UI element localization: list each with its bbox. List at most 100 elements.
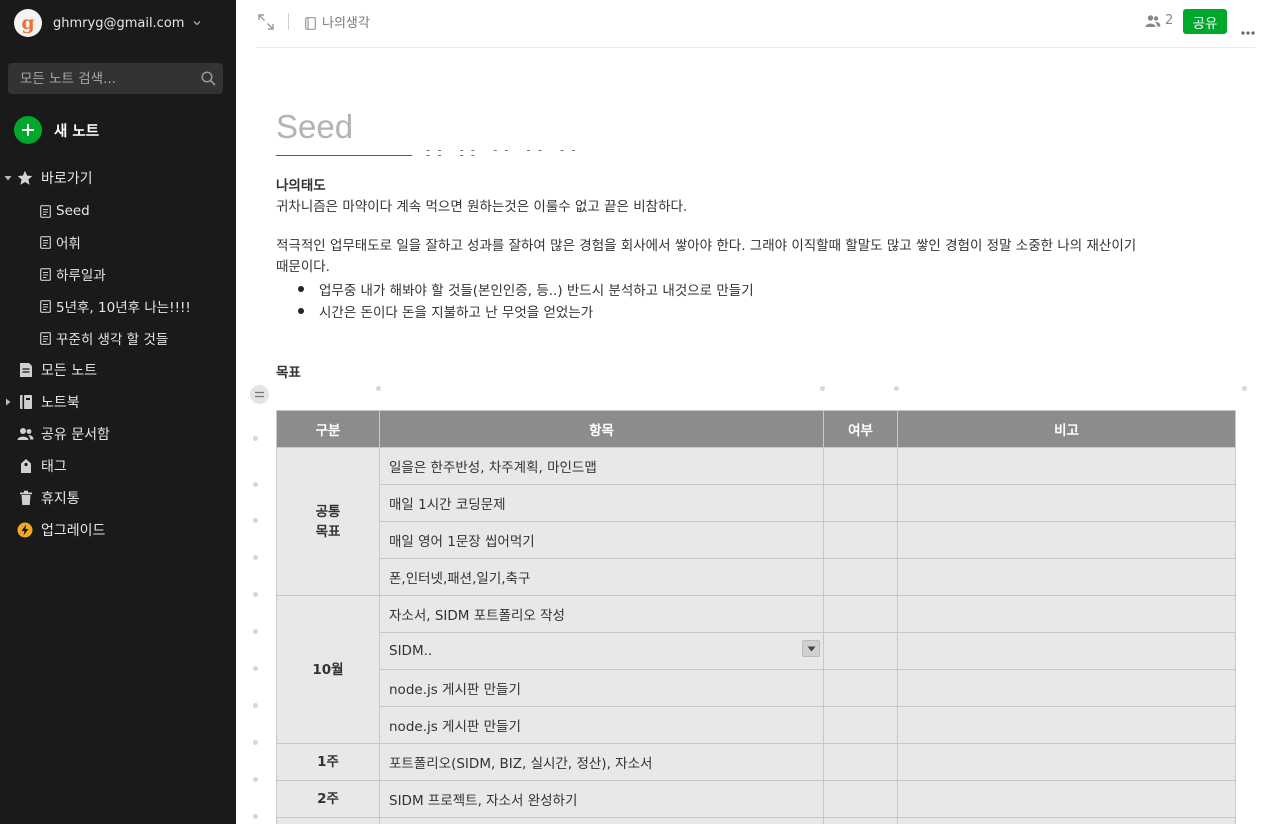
bullet-text[interactable]: 시간은 돈이다 돈을 지불하고 난 무엇을 얻었는가 bbox=[319, 301, 593, 321]
sidebar-item-trash[interactable]: 휴지통 bbox=[0, 486, 236, 510]
column-handle[interactable] bbox=[894, 386, 899, 391]
item-cell[interactable]: node.js 게시판 만들기 bbox=[379, 669, 824, 707]
column-header[interactable]: 비고 bbox=[897, 410, 1236, 448]
note-cell[interactable] bbox=[897, 447, 1236, 485]
sidebar-item-shortcuts[interactable]: 바로가기 bbox=[0, 166, 236, 190]
shortcut-label[interactable]: 하루일과 bbox=[56, 264, 106, 284]
note-cell[interactable] bbox=[897, 743, 1236, 781]
sidebar-item-all-notes[interactable]: 모든 노트 bbox=[0, 358, 236, 382]
account-email[interactable]: ghmryg@gmail.com bbox=[53, 16, 184, 31]
search-input[interactable] bbox=[20, 70, 190, 87]
chevron-down-icon[interactable] bbox=[192, 18, 202, 28]
shortcut-label[interactable]: 꾸준히 생각 할 것들 bbox=[56, 328, 168, 348]
caret-down-icon[interactable] bbox=[3, 173, 13, 183]
column-header[interactable]: 구분 bbox=[276, 410, 380, 448]
sidebar-item-shared[interactable]: 공유 문서함 bbox=[0, 422, 236, 446]
shortcut-item[interactable]: 어휘 bbox=[0, 230, 236, 254]
status-cell[interactable] bbox=[823, 743, 898, 781]
column-header[interactable]: 여부 bbox=[823, 410, 898, 448]
category-cell[interactable]: 공통 목표 bbox=[276, 447, 380, 596]
note-cell[interactable] bbox=[897, 558, 1236, 596]
note-cell[interactable] bbox=[897, 780, 1236, 818]
shortcut-label[interactable]: Seed bbox=[56, 203, 90, 219]
status-cell[interactable] bbox=[823, 669, 898, 707]
shared-with-count[interactable]: 2 bbox=[1145, 13, 1173, 28]
item-text[interactable]: SIDM.. bbox=[389, 643, 432, 659]
shortcut-label[interactable]: 어휘 bbox=[56, 232, 81, 252]
status-cell[interactable] bbox=[823, 521, 898, 559]
row-handle[interactable] bbox=[253, 740, 258, 745]
caret-right-icon[interactable] bbox=[3, 397, 13, 407]
item-cell[interactable]: 매일 1시간 코딩문제 bbox=[379, 484, 824, 522]
item-cell[interactable]: 일을은 한주반성, 차주계획, 마인드맵 bbox=[379, 447, 824, 485]
shortcut-item[interactable]: 꾸준히 생각 할 것들 bbox=[0, 326, 236, 350]
status-cell[interactable] bbox=[823, 447, 898, 485]
shortcut-item[interactable]: Seed bbox=[0, 199, 236, 223]
search-box[interactable] bbox=[8, 63, 223, 94]
row-handle[interactable] bbox=[253, 814, 258, 819]
item-cell[interactable]: SIDM 프로젝트, 자소서 완성하기 bbox=[379, 780, 824, 818]
share-button[interactable]: 공유 bbox=[1183, 9, 1227, 34]
category-cell[interactable]: 1주 bbox=[276, 743, 380, 781]
note-cell[interactable] bbox=[897, 669, 1236, 707]
more-options-icon[interactable] bbox=[1241, 20, 1255, 35]
note-cell[interactable] bbox=[897, 595, 1236, 633]
sidebar-item-tags[interactable]: 태그 bbox=[0, 454, 236, 478]
note-cell[interactable] bbox=[897, 484, 1236, 522]
note-cell[interactable] bbox=[897, 706, 1236, 744]
item-cell[interactable]: 매일 영어 1문장 씹어먹기 bbox=[379, 521, 824, 559]
column-header[interactable]: 항목 bbox=[379, 410, 824, 448]
status-cell[interactable] bbox=[823, 558, 898, 596]
category-cell[interactable]: 2주 bbox=[276, 780, 380, 818]
note-title[interactable]: Seed bbox=[276, 108, 353, 146]
attitude-heading[interactable]: 나의태도 bbox=[276, 176, 326, 197]
row-handle[interactable] bbox=[253, 555, 258, 560]
category-cell[interactable]: 10월 bbox=[276, 595, 380, 744]
notebook-breadcrumb[interactable]: 나의생각 bbox=[322, 12, 370, 31]
search-icon[interactable] bbox=[201, 71, 216, 86]
paragraph-line[interactable]: 때문이다. bbox=[276, 257, 330, 278]
row-handle[interactable] bbox=[253, 436, 258, 441]
bullet-item[interactable]: 업무중 내가 해봐야 할 것들(본인인증, 등..) 반드시 분석하고 내것으로… bbox=[298, 279, 754, 299]
new-note-label[interactable]: 새 노트 bbox=[54, 120, 99, 141]
status-cell[interactable] bbox=[823, 484, 898, 522]
item-cell[interactable]: 폰,인터넷,패션,일기,축구 bbox=[379, 558, 824, 596]
bullet-item[interactable]: 시간은 돈이다 돈을 지불하고 난 무엇을 얻었는가 bbox=[298, 301, 593, 321]
status-cell[interactable] bbox=[823, 817, 898, 824]
cell-dropdown-icon[interactable] bbox=[802, 640, 820, 657]
paragraph-line[interactable]: 적극적인 업무태도로 일을 잘하고 성과를 잘하여 많은 경험을 회사에서 쌓아… bbox=[276, 236, 1136, 257]
row-handle[interactable] bbox=[253, 592, 258, 597]
plus-icon[interactable] bbox=[14, 116, 42, 144]
attitude-line[interactable]: 귀차니즘은 마약이다 계속 먹으면 원하는것은 이룰수 없고 끝은 비참하다. bbox=[276, 197, 687, 218]
shortcut-label[interactable]: 5년후, 10년후 나는!!!! bbox=[56, 296, 191, 316]
bullet-text[interactable]: 업무중 내가 해봐야 할 것들(본인인증, 등..) 반드시 분석하고 내것으로… bbox=[319, 279, 754, 299]
expand-icon[interactable] bbox=[257, 13, 275, 31]
status-cell[interactable] bbox=[823, 706, 898, 744]
avatar[interactable]: g bbox=[14, 9, 42, 37]
notebook-icon[interactable] bbox=[305, 15, 316, 30]
shortcut-item[interactable]: 하루일과 bbox=[0, 262, 236, 286]
row-handle[interactable] bbox=[253, 703, 258, 708]
shortcut-item[interactable]: 5년후, 10년후 나는!!!! bbox=[0, 294, 236, 318]
sidebar-item-upgrade[interactable]: 업그레이드 bbox=[0, 518, 236, 542]
note-cell[interactable] bbox=[897, 817, 1236, 824]
item-cell[interactable] bbox=[379, 817, 824, 824]
table-menu-icon[interactable] bbox=[250, 385, 269, 404]
category-cell[interactable] bbox=[276, 817, 380, 824]
item-cell[interactable]: 포트폴리오(SIDM, BIZ, 실시간, 정산), 자소서 bbox=[379, 743, 824, 781]
sidebar-item-notebooks[interactable]: 노트북 bbox=[0, 390, 236, 414]
column-handle[interactable] bbox=[1242, 386, 1247, 391]
new-note-button[interactable]: 새 노트 bbox=[14, 116, 99, 144]
item-cell[interactable]: SIDM.. bbox=[379, 632, 824, 670]
row-handle[interactable] bbox=[253, 777, 258, 782]
goals-heading[interactable]: 목표 bbox=[276, 363, 301, 384]
note-cell[interactable] bbox=[897, 521, 1236, 559]
note-cell[interactable] bbox=[897, 632, 1236, 670]
column-handle[interactable] bbox=[820, 386, 825, 391]
row-handle[interactable] bbox=[253, 629, 258, 634]
account-menu[interactable]: g ghmryg@gmail.com bbox=[14, 9, 202, 37]
row-handle[interactable] bbox=[253, 666, 258, 671]
row-handle[interactable] bbox=[253, 518, 258, 523]
column-handle[interactable] bbox=[376, 386, 381, 391]
item-cell[interactable]: 자소서, SIDM 포트폴리오 작성 bbox=[379, 595, 824, 633]
